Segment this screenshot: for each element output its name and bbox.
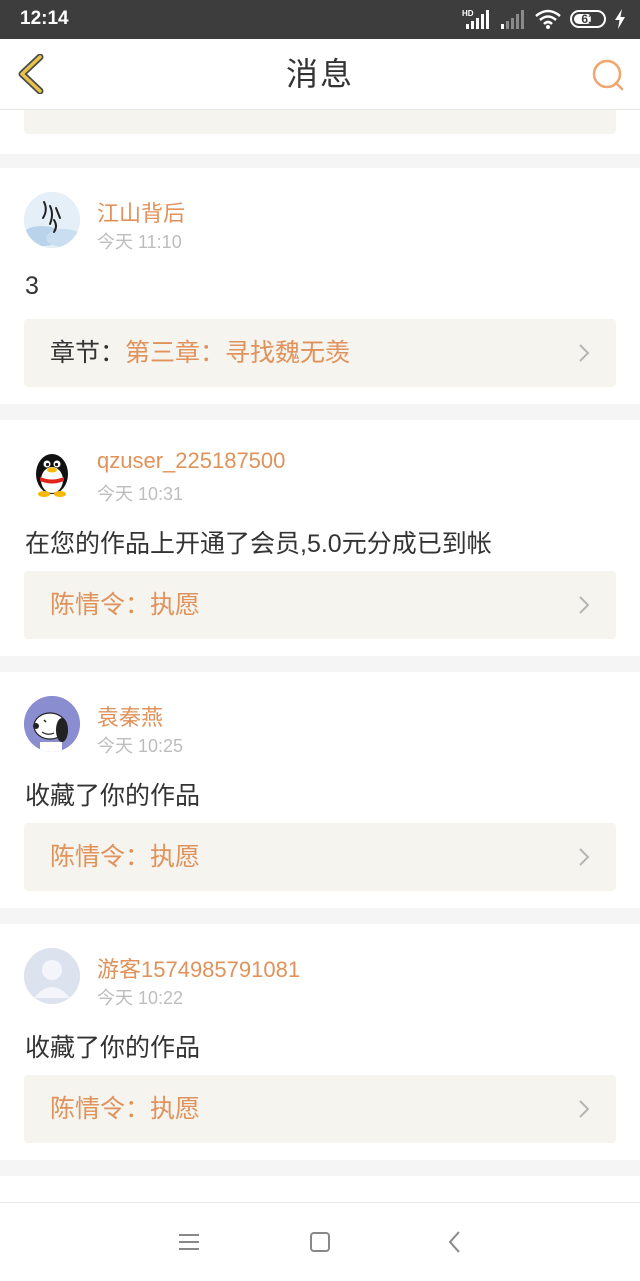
message-card: qzuser_225187500 今天 10:31 在您的作品上开通了会员,5.… bbox=[0, 420, 640, 656]
message-text: 收藏了你的作品 bbox=[25, 782, 201, 810]
work-title: 陈情令：执愿 bbox=[50, 842, 201, 871]
work-link-text: 陈情令：执愿 bbox=[50, 823, 200, 891]
work-link-text: 陈情令：执愿 bbox=[50, 1075, 200, 1143]
message-time: 今天 11:10 bbox=[97, 232, 182, 252]
username[interactable]: qzuser_225187500 bbox=[97, 448, 285, 474]
charging-icon bbox=[615, 9, 625, 29]
message-card: 袁秦燕 今天 10:25 收藏了你的作品 陈情令：执愿 bbox=[0, 672, 640, 908]
message-card-partial bbox=[0, 1176, 640, 1202]
work-link[interactable]: 陈情令：执愿 bbox=[24, 571, 616, 639]
signal-icon: HD bbox=[462, 9, 489, 29]
username[interactable]: 袁秦燕 bbox=[97, 700, 163, 732]
work-title: 陈情令：执愿 bbox=[50, 590, 201, 619]
battery-icon: 61 bbox=[570, 10, 606, 28]
username[interactable]: 江山背后 bbox=[97, 196, 185, 228]
snoopy-avatar-image bbox=[24, 696, 80, 752]
system-nav-bar bbox=[0, 1202, 640, 1281]
message-card: 江山背后 今天 11:10 3 章节：第三章：寻找魏无羡 bbox=[0, 168, 640, 404]
username[interactable]: 游客1574985791081 bbox=[97, 952, 300, 984]
wifi-icon bbox=[535, 9, 561, 29]
work-link[interactable]: 陈情令：执愿 bbox=[24, 1075, 616, 1143]
penguin-avatar[interactable] bbox=[24, 444, 80, 500]
message-time: 今天 10:31 bbox=[97, 484, 184, 504]
message-text: 3 bbox=[25, 272, 39, 300]
page-title: 消息 bbox=[285, 55, 354, 93]
message-text: 收藏了你的作品 bbox=[25, 1034, 201, 1062]
default-user-avatar[interactable] bbox=[24, 948, 80, 1004]
message-text: 在您的作品上开通了会员,5.0元分成已到帐 bbox=[25, 530, 492, 558]
snoopy-avatar[interactable] bbox=[24, 696, 80, 752]
message-card: 游客1574985791081 今天 10:22 收藏了你的作品 陈情令：执愿 bbox=[0, 924, 640, 1160]
app-header: 消息 bbox=[0, 39, 640, 110]
status-time: 12:14 bbox=[20, 8, 69, 29]
calligraphy-avatar-image bbox=[24, 192, 80, 248]
work-title: 第三章：寻找魏无羡 bbox=[125, 338, 351, 367]
search-icon[interactable] bbox=[590, 57, 626, 93]
work-link[interactable]: 陈情令：执愿 bbox=[24, 823, 616, 891]
status-bar: 12:14 HD 61 bbox=[0, 0, 640, 39]
signal-weak-icon bbox=[501, 10, 524, 29]
calligraphy-avatar[interactable] bbox=[24, 192, 80, 248]
chevron-right-icon bbox=[579, 1100, 590, 1118]
menu-icon[interactable] bbox=[176, 1229, 202, 1255]
work-link[interactable]: 章节：第三章：寻找魏无羡 bbox=[24, 319, 616, 387]
chevron-right-icon bbox=[579, 596, 590, 614]
message-card-partial bbox=[0, 110, 640, 154]
chevron-right-icon bbox=[579, 344, 590, 362]
link-prefix: 章节： bbox=[50, 338, 126, 367]
chevron-left-icon[interactable] bbox=[14, 54, 50, 94]
penguin-avatar-image bbox=[36, 454, 68, 497]
work-title: 陈情令：执愿 bbox=[50, 1094, 201, 1123]
chevron-right-icon bbox=[579, 848, 590, 866]
default-user-avatar-image bbox=[24, 948, 80, 1004]
work-link-partial[interactable] bbox=[24, 110, 616, 134]
message-time: 今天 10:25 bbox=[97, 736, 184, 756]
svg-text:HD: HD bbox=[462, 9, 474, 18]
work-link-text: 章节：第三章：寻找魏无羡 bbox=[50, 319, 350, 387]
back-icon[interactable] bbox=[442, 1229, 468, 1255]
work-link-text: 陈情令：执愿 bbox=[50, 571, 200, 639]
message-list[interactable]: 江山背后 今天 11:10 3 章节：第三章：寻找魏无羡 qzuser_2251… bbox=[0, 110, 640, 1202]
home-icon[interactable] bbox=[307, 1229, 333, 1255]
status-icons: HD 61 bbox=[462, 6, 626, 32]
battery-level: 61 bbox=[581, 12, 595, 26]
message-time: 今天 10:22 bbox=[97, 988, 184, 1008]
